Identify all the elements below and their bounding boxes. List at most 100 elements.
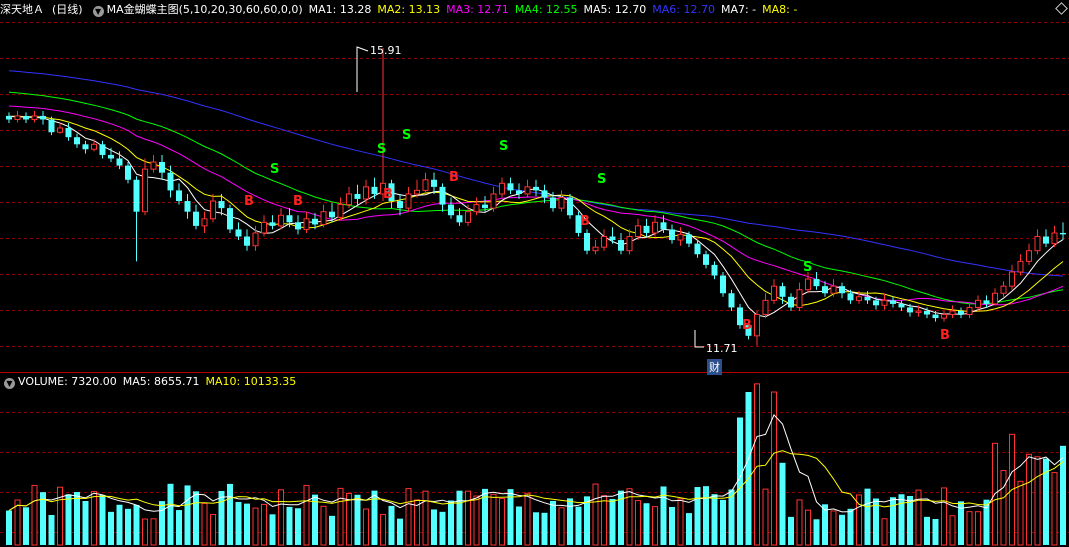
volume-dropdown-icon[interactable]: ▼ — [4, 378, 15, 389]
candle-body-down — [448, 204, 454, 216]
volume-bar-down — [898, 494, 905, 545]
volume-bar-up — [278, 489, 284, 546]
stock-title[interactable]: 深天地Ａ (日线) — [0, 3, 89, 16]
buy-signal-marker: B — [742, 318, 752, 333]
candle-body-up — [150, 161, 157, 170]
candle-body-up — [414, 189, 420, 195]
volume-bar-down — [745, 392, 752, 545]
volume-bar-up — [830, 510, 837, 546]
volume-bar-down — [354, 494, 361, 545]
volume-bar-up — [210, 513, 216, 546]
volume-bar-up — [1034, 456, 1041, 546]
volume-bar-down — [694, 487, 701, 545]
buy-signal-marker: B — [580, 214, 590, 229]
indicator-dropdown-icon[interactable]: ▼ — [92, 6, 104, 17]
volume-bar-up — [261, 503, 267, 546]
volume-bar-up — [1026, 453, 1032, 546]
volume-value: VOLUME: 7320.00 — [18, 375, 117, 388]
low-pointer — [694, 330, 704, 348]
volume-bar-down — [269, 514, 276, 545]
volume-bar-down — [227, 483, 233, 545]
candle-body-down — [176, 190, 182, 202]
candle-body-down — [184, 201, 191, 212]
buy-signal-marker: B — [293, 194, 303, 209]
candle-body-up — [201, 218, 208, 227]
sell-signal-marker: S — [499, 139, 509, 154]
finance-marker[interactable]: 财 — [707, 359, 722, 375]
volume-bar-down — [711, 494, 718, 545]
candle-body-down — [567, 197, 573, 216]
candle-body-down — [439, 186, 446, 205]
candle-body-down — [99, 144, 106, 155]
volume-bar-up — [762, 488, 769, 546]
volume-bar-up — [966, 511, 973, 546]
candle-body-down — [711, 264, 718, 276]
candle-body-down — [1060, 232, 1066, 235]
candle-body-down — [822, 286, 828, 294]
volume-bar-down — [82, 500, 89, 545]
buy-signal-marker: B — [449, 170, 459, 185]
candle-body-down — [703, 254, 709, 265]
candle-body-down — [371, 186, 378, 194]
volume-bar-up — [414, 499, 420, 546]
volume-ma5: MA5: 8655.71 — [122, 375, 200, 388]
volume-bar-up — [465, 490, 471, 546]
volume-bar-down — [813, 519, 820, 545]
volume-bar-down — [397, 518, 403, 545]
volume-bar-down — [439, 511, 446, 545]
volume-bar-down — [669, 506, 675, 545]
volume-bar-up — [652, 506, 658, 546]
candle-body-up — [303, 218, 310, 230]
volume-bar-down — [1060, 445, 1066, 545]
candle-body-down — [839, 286, 845, 294]
volume-bar-down — [286, 506, 293, 545]
candle-body-up — [762, 299, 769, 316]
volume-ma5-line — [8, 414, 1064, 513]
volume-bar-down — [184, 485, 191, 545]
candle-body-down — [23, 115, 29, 120]
candle-body-down — [167, 172, 174, 191]
kline-chart-canvas[interactable] — [0, 0, 1069, 547]
candle-body-down — [218, 201, 225, 209]
candle-body-down — [873, 300, 879, 306]
volume-bar-down — [99, 494, 106, 545]
candle-body-up — [601, 236, 607, 248]
candle-body-down — [533, 186, 539, 191]
stock-period: (日线) — [52, 3, 83, 16]
volume-bar-up — [422, 490, 429, 546]
ma-value-5: MA5: 12.70 — [583, 3, 647, 16]
volume-bar-down — [65, 494, 72, 545]
volume-bar-up — [31, 484, 38, 546]
candle-body-down — [482, 204, 488, 209]
volume-bar-down — [159, 501, 165, 545]
candle-body-down — [847, 293, 854, 301]
candle-body-up — [405, 193, 412, 209]
sell-signal-marker: S — [270, 162, 280, 177]
volume-bar-up — [142, 518, 148, 546]
volume-bar-up — [490, 493, 497, 546]
candle-body-down — [864, 296, 871, 301]
candle-body-down — [193, 211, 199, 226]
candle-body-up — [337, 204, 344, 218]
volume-bar-down — [388, 505, 395, 545]
volume-bar-down — [567, 498, 573, 545]
high-price-label: 15.91 — [370, 44, 402, 57]
candle-body-down — [958, 310, 964, 315]
candle-body-up — [1009, 271, 1015, 287]
volume-bar-down — [516, 506, 522, 545]
low-price-label: 11.71 — [706, 342, 738, 355]
volume-bar-down — [839, 514, 845, 545]
candle-body-down — [924, 310, 930, 315]
ma-value-list: MA1: 13.28 MA2: 13.13 MA3: 12.71 MA4: 12.55… — [309, 3, 804, 16]
volume-bar-up — [91, 491, 97, 546]
candle-body-up — [975, 299, 981, 308]
candle-body-down — [456, 215, 463, 223]
volume-bar-down — [550, 500, 556, 545]
volume-bar-down — [218, 490, 225, 545]
ma-value-7: MA7: - — [720, 3, 757, 16]
candle-body-down — [269, 222, 276, 226]
volume-bar-up — [949, 515, 956, 546]
candle-body-down — [48, 119, 55, 133]
indicator-name[interactable]: MA金蝴蝶主图(5,10,20,30,60,60,0,0) — [107, 3, 303, 16]
candle-body-down — [609, 236, 616, 241]
